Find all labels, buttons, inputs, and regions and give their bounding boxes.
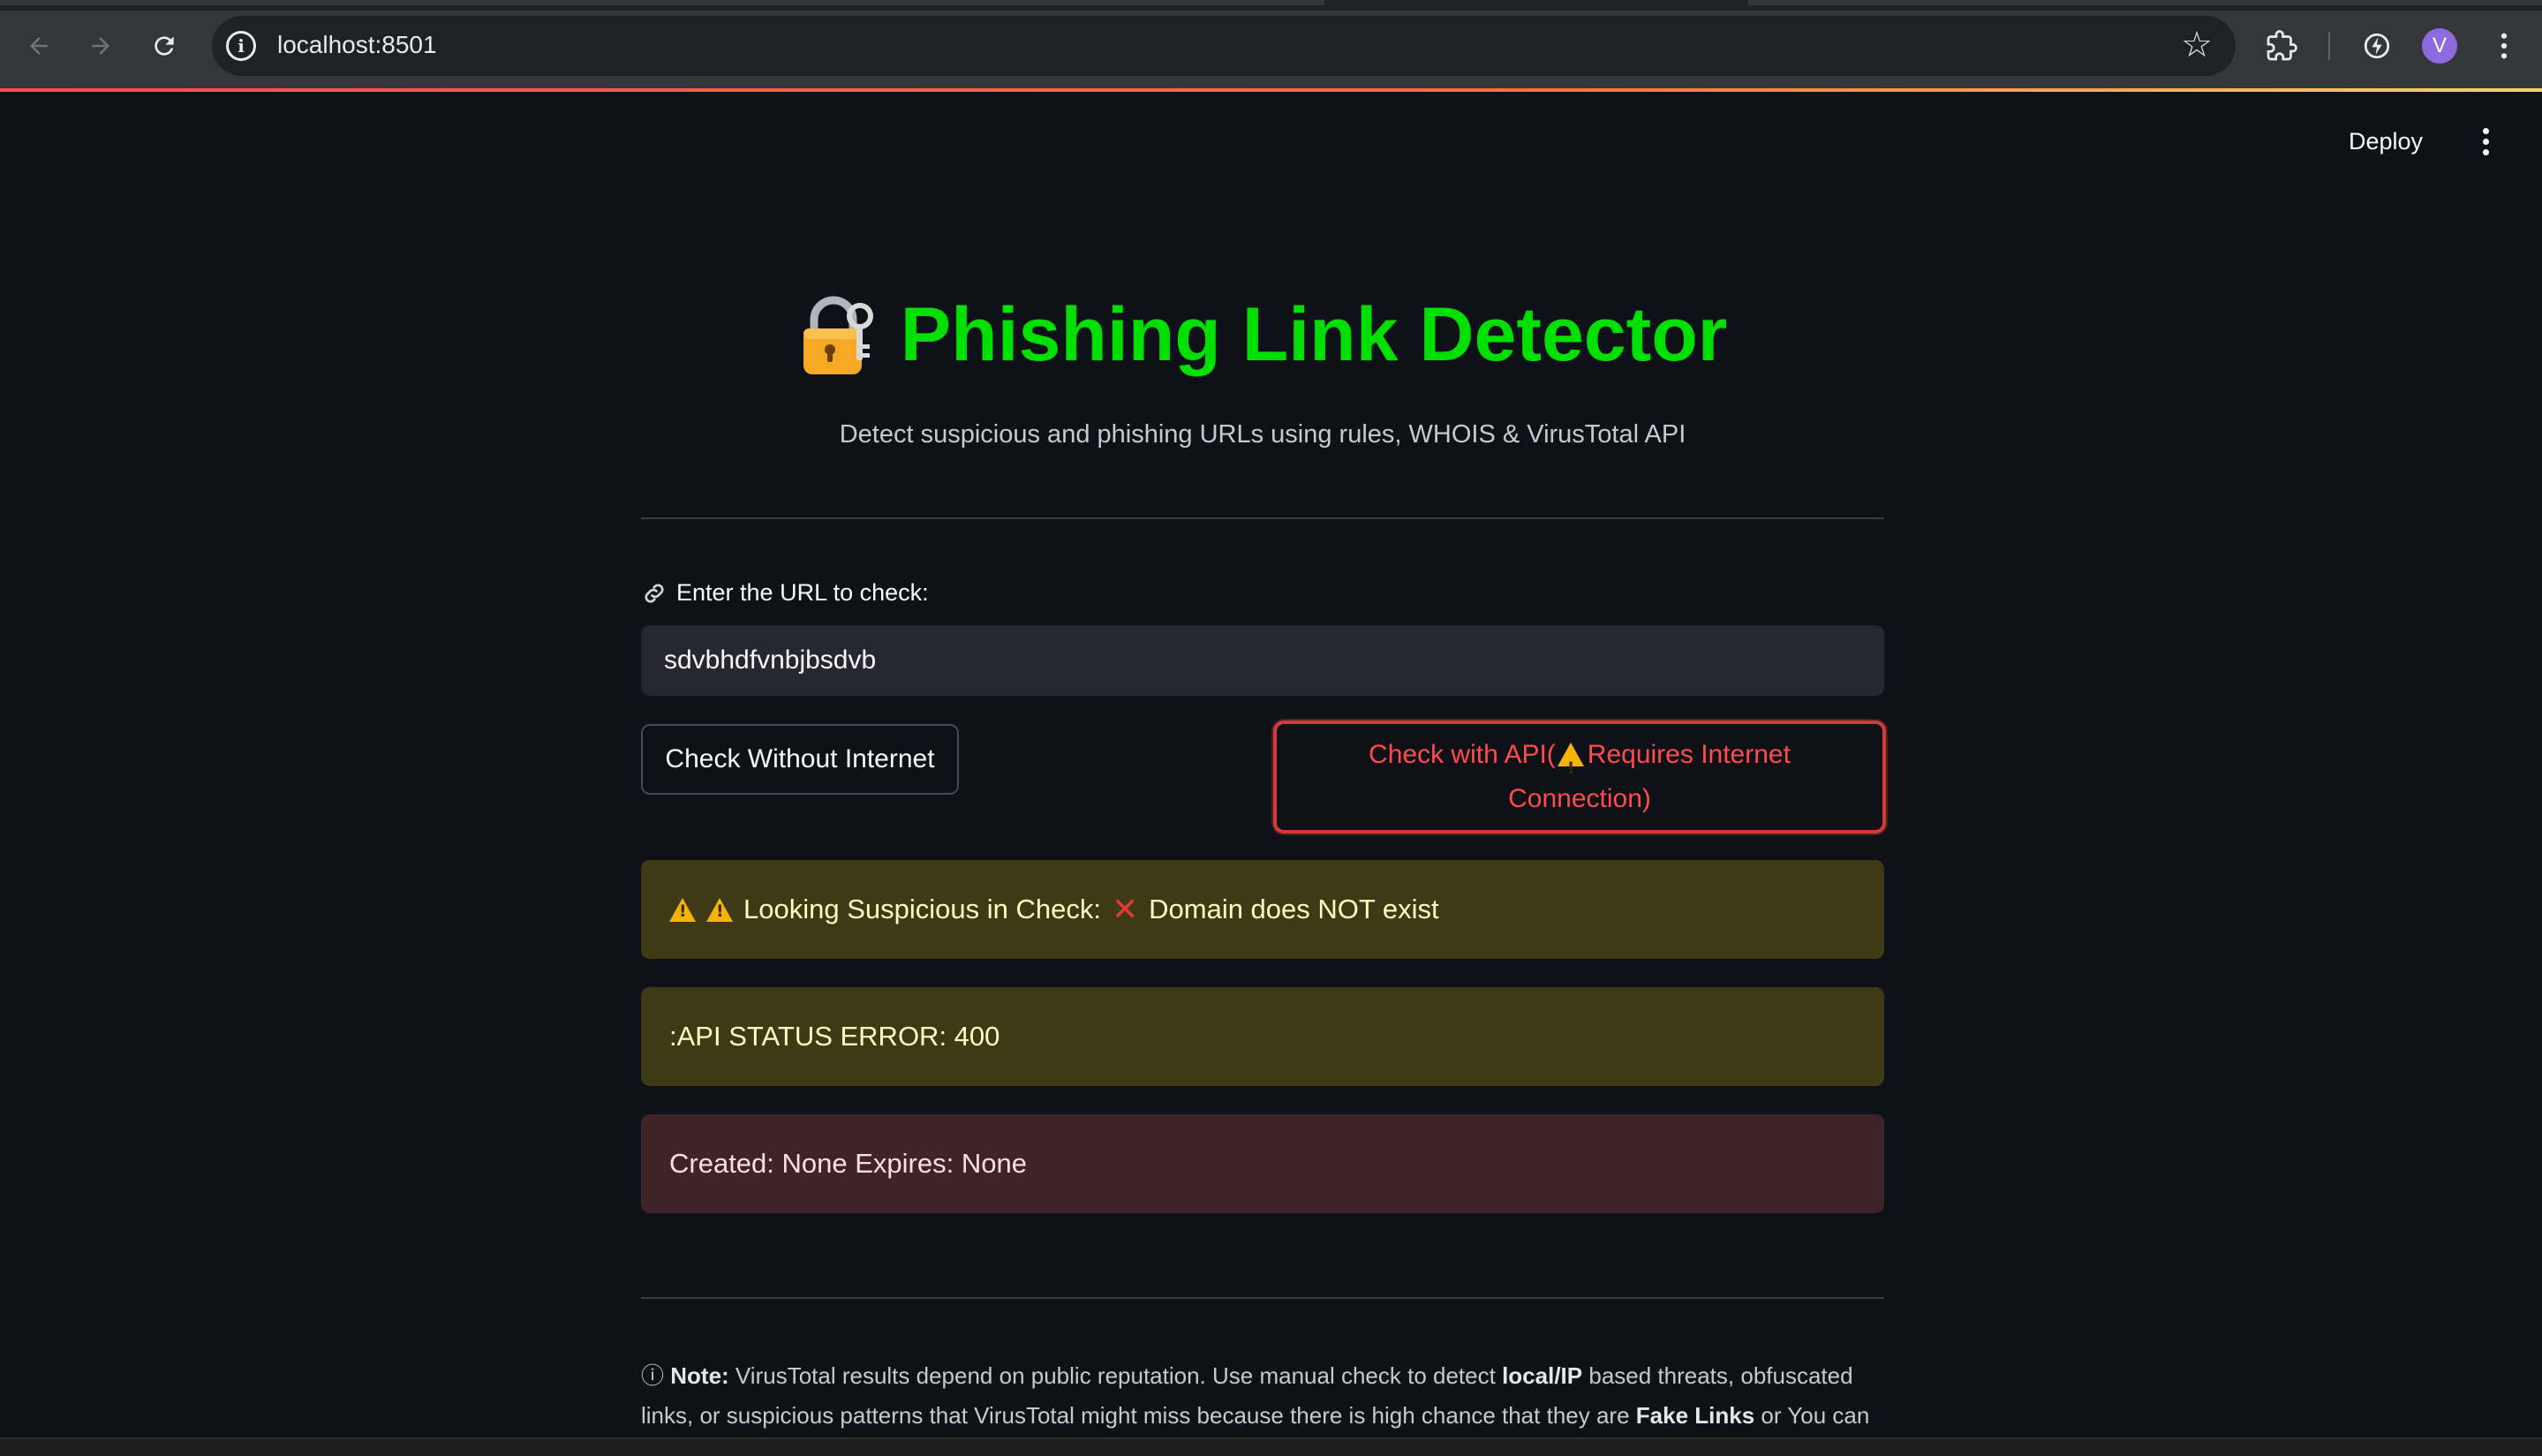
address-url[interactable]: localhost:8501 [277, 31, 437, 59]
warning-icon [706, 897, 733, 922]
back-icon[interactable] [19, 26, 58, 65]
note-emphasis: local/IP [1502, 1362, 1583, 1389]
toolbar-separator [2328, 32, 2330, 60]
tab-strip [0, 0, 2542, 11]
site-info-icon[interactable]: i [226, 31, 256, 61]
page-header: Phishing Link Detector [641, 291, 1884, 379]
note-paragraph: ⓘ Note: VirusTotal results depend on pub… [641, 1356, 1884, 1436]
note-label: Note: [670, 1362, 729, 1389]
whois-text: Created: None Expires: None [669, 1148, 1027, 1179]
check-with-api-button[interactable]: Check with API(Requires Internet Connect… [1273, 720, 1886, 834]
reload-icon[interactable] [145, 26, 184, 65]
cross-mark-icon: ✕ [1111, 891, 1139, 927]
warning-icon [669, 897, 696, 922]
api-status-alert: :API STATUS ERROR: 400 [641, 987, 1884, 1086]
note-text: VirusTotal results depend on public repu… [735, 1362, 1496, 1389]
tab[interactable] [0, 0, 1324, 5]
note-emphasis: Fake Links [1635, 1402, 1755, 1429]
forward-icon[interactable] [81, 26, 120, 65]
performance-icon[interactable] [2356, 25, 2398, 67]
url-input[interactable] [641, 625, 1884, 696]
alert-domain-text: Domain does NOT exist [1149, 894, 1439, 924]
profile-avatar[interactable]: V [2422, 28, 2457, 64]
tab[interactable] [1748, 0, 2542, 5]
api-button-text-start: Check with API( [1369, 740, 1556, 769]
main-menu-icon[interactable] [2472, 124, 2499, 159]
whois-error-alert: Created: None Expires: None [641, 1114, 1884, 1213]
check-without-internet-button[interactable]: Check Without Internet [641, 724, 959, 795]
locked-with-key-icon [798, 295, 876, 376]
url-input-label-text: Enter the URL to check: [676, 579, 929, 606]
page-title: Phishing Link Detector [900, 292, 1728, 377]
extensions-icon[interactable] [2260, 25, 2303, 67]
divider [641, 1297, 1884, 1299]
page-subtitle: Detect suspicious and phishing URLs usin… [839, 420, 1686, 449]
api-status-text: :API STATUS ERROR: 400 [669, 1021, 1000, 1052]
note-text: or You can [1761, 1402, 1870, 1429]
warning-icon [1557, 743, 1584, 790]
deploy-button[interactable]: Deploy [2349, 124, 2423, 159]
info-icon: ⓘ [641, 1362, 665, 1389]
url-input-label: Enter the URL to check: [641, 579, 929, 607]
app-status-bar [0, 88, 2542, 92]
address-bar[interactable]: i localhost:8501 ☆ [212, 16, 2236, 76]
suspicious-warning-alert: Looking Suspicious in Check: ✕ Domain do… [641, 860, 1884, 959]
divider [641, 517, 1884, 519]
os-taskbar [0, 1437, 2542, 1456]
alert-suspicious-text: Looking Suspicious in Check: [743, 894, 1101, 924]
browser-menu-icon[interactable] [2483, 25, 2525, 67]
browser-toolbar: i localhost:8501 ☆ V [0, 0, 2542, 92]
link-icon [645, 583, 664, 603]
bookmark-star-icon[interactable]: ☆ [2181, 25, 2213, 65]
